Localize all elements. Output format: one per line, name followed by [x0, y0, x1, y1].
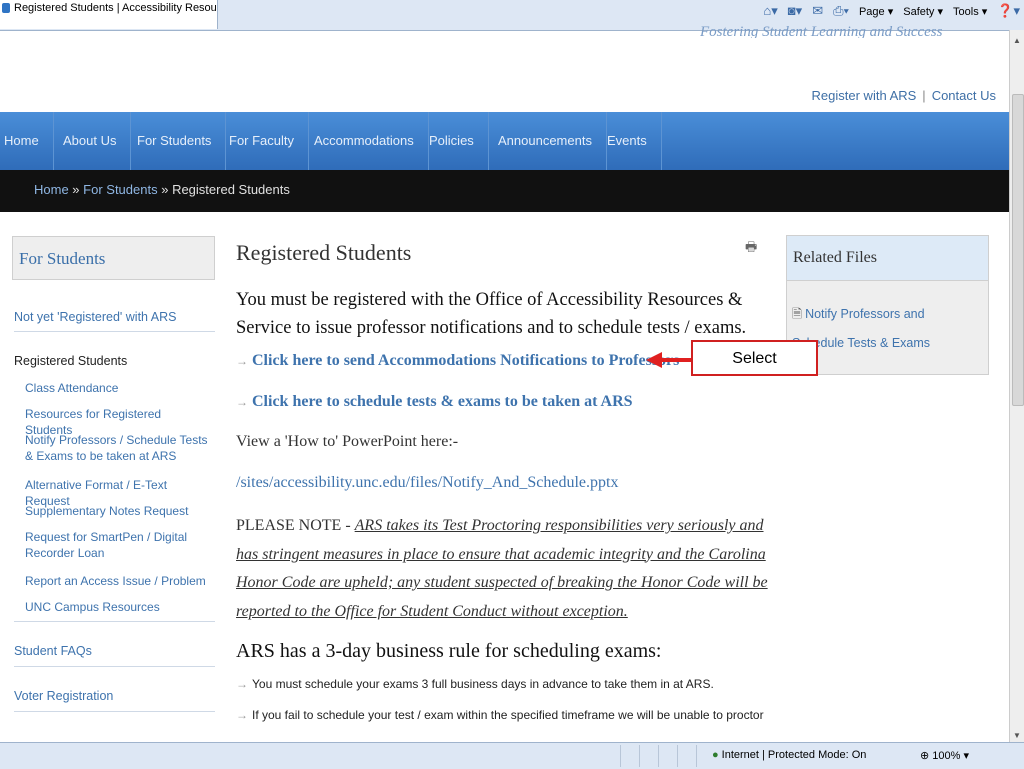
magnifier-icon: ⊕ — [920, 750, 933, 762]
sidebar-subitem-class-attendance[interactable]: Class Attendance — [25, 380, 210, 396]
sidebar-divider — [14, 621, 215, 622]
annotation-select-label: Select — [691, 340, 818, 376]
sidebar-subitem-smartpen[interactable]: Request for SmartPen / Digital Recorder … — [25, 529, 210, 561]
sidebar-item-not-registered[interactable]: Not yet 'Registered' with ARS — [14, 310, 176, 324]
sidebar-item-faqs[interactable]: Student FAQs — [14, 644, 92, 658]
site-tagline: Fostering Student Learning and Success — [700, 24, 943, 38]
nav-about[interactable]: About Us — [49, 112, 132, 170]
sidebar-subitem-notify-professors[interactable]: Notify Professors / Schedule Tests & Exa… — [25, 432, 210, 464]
main-nav: Home About Us For Students For Faculty A… — [0, 112, 1010, 170]
security-zone[interactable]: ● Internet | Protected Mode: On — [712, 749, 866, 761]
sidebar-subitem-notes-request[interactable]: Supplementary Notes Request — [25, 503, 210, 519]
notify-professors-label[interactable]: Click here to send Accommodations Notifi… — [252, 352, 679, 369]
breadcrumb: Home » For Students » Registered Student… — [0, 170, 1010, 212]
related-files-heading: Related Files — [787, 236, 988, 281]
zoom-level: 100% — [932, 750, 961, 762]
nav-events[interactable]: Events — [593, 112, 662, 170]
rule-bullet-text: You must schedule your exams 3 full busi… — [252, 677, 714, 691]
globe-icon: ● — [712, 749, 719, 761]
page-menu[interactable]: Page ▾ — [859, 5, 893, 18]
breadcrumb-for-students[interactable]: For Students — [83, 182, 157, 197]
print-icon[interactable]: 🖶 — [745, 238, 757, 260]
sidebar-divider — [14, 331, 215, 332]
tab-title: Registered Students | Accessibility Reso… — [14, 2, 217, 14]
sidebar-heading[interactable]: For Students — [12, 236, 215, 280]
vertical-scrollbar[interactable]: ▲ ▼ — [1009, 30, 1024, 742]
breadcrumb-sep: » — [157, 182, 173, 197]
nav-home[interactable]: Home — [0, 112, 54, 170]
sidebar-divider — [14, 711, 215, 712]
help-icon[interactable]: ❓▾ — [997, 3, 1020, 19]
tools-menu[interactable]: Tools ▾ — [953, 5, 987, 18]
mail-icon[interactable]: ✉ — [812, 3, 823, 19]
intro-text: You must be registered with the Office o… — [236, 290, 747, 338]
status-bar: ● Internet | Protected Mode: On ⊕ 100% ▾ — [0, 742, 1024, 769]
note-label: PLEASE NOTE - — [236, 517, 355, 534]
business-rule-heading: ARS has a 3-day business rule for schedu… — [236, 640, 662, 662]
contact-link[interactable]: Contact Us — [932, 88, 996, 103]
annotation-arrowhead — [646, 352, 662, 368]
schedule-exams-link[interactable]: → Click here to schedule tests & exams to… — [236, 393, 633, 411]
sidebar-item-registered[interactable]: Registered Students — [14, 354, 127, 368]
arrow-bullet-icon: → — [236, 708, 248, 722]
proctoring-note: PLEASE NOTE - ARS takes its Test Proctor… — [236, 512, 776, 626]
sidebar-item-voter[interactable]: Voter Registration — [14, 689, 113, 703]
divider: | — [922, 88, 926, 103]
rule-bullet-text: If you fail to schedule your test / exam… — [252, 708, 764, 722]
howto-text: View a 'How to' PowerPoint here:- — [236, 433, 459, 450]
nav-for-students[interactable]: For Students — [123, 112, 227, 170]
rule-bullet: → You must schedule your exams 3 full bus… — [236, 677, 714, 691]
home-icon[interactable]: ⌂▾ — [763, 3, 777, 19]
header-links: Register with ARS | Contact Us — [812, 88, 996, 103]
breadcrumb-sep: » — [68, 182, 84, 197]
breadcrumb-current: Registered Students — [172, 182, 290, 197]
arrow-bullet-icon: → — [236, 395, 248, 409]
related-file-link[interactable]: 🗎 Notify Professors and Schedule Tests & … — [792, 300, 977, 358]
register-link[interactable]: Register with ARS — [812, 88, 917, 103]
zone-text: Internet | Protected Mode: On — [721, 749, 867, 761]
sidebar-divider — [14, 666, 215, 667]
print-browser-icon[interactable]: ⎙▾ — [833, 3, 849, 19]
scroll-down-icon[interactable]: ▼ — [1013, 731, 1021, 740]
status-cells — [620, 745, 715, 767]
pptx-link[interactable]: /sites/accessibility.unc.edu/files/Notif… — [236, 474, 618, 492]
breadcrumb-home[interactable]: Home — [34, 182, 69, 197]
nav-accommodations[interactable]: Accommodations — [300, 112, 429, 170]
zoom-control[interactable]: ⊕ 100% ▾ — [920, 749, 969, 762]
scroll-thumb[interactable] — [1012, 94, 1024, 406]
favicon-icon — [2, 3, 10, 13]
nav-policies[interactable]: Policies — [415, 112, 489, 170]
sidebar-subitem-campus-resources[interactable]: UNC Campus Resources — [25, 599, 210, 615]
rule-bullet: → If you fail to schedule your test / exa… — [236, 708, 764, 722]
notify-professors-link[interactable]: → Click here to send Accommodations Notif… — [236, 352, 679, 370]
arrow-bullet-icon: → — [236, 677, 248, 691]
command-bar: ⌂▾ ◙▾ ✉ ⎙▾ Page ▾ Safety ▾ Tools ▾ ❓▾ — [763, 3, 1020, 19]
page-title: Registered Students — [236, 240, 412, 265]
arrow-bullet-icon: → — [236, 354, 248, 368]
nav-announcements[interactable]: Announcements — [484, 112, 607, 170]
nav-for-faculty[interactable]: For Faculty — [215, 112, 310, 170]
feeds-icon[interactable]: ◙▾ — [788, 3, 802, 19]
browser-tab[interactable]: Registered Students | Accessibility Reso… — [0, 0, 218, 29]
sidebar-subitem-report-issue[interactable]: Report an Access Issue / Problem — [25, 573, 210, 589]
scroll-up-icon[interactable]: ▲ — [1013, 36, 1021, 45]
safety-menu[interactable]: Safety ▾ — [903, 5, 943, 18]
schedule-exams-label[interactable]: Click here to schedule tests & exams to … — [252, 393, 633, 410]
document-icon: 🗎 — [792, 307, 803, 321]
